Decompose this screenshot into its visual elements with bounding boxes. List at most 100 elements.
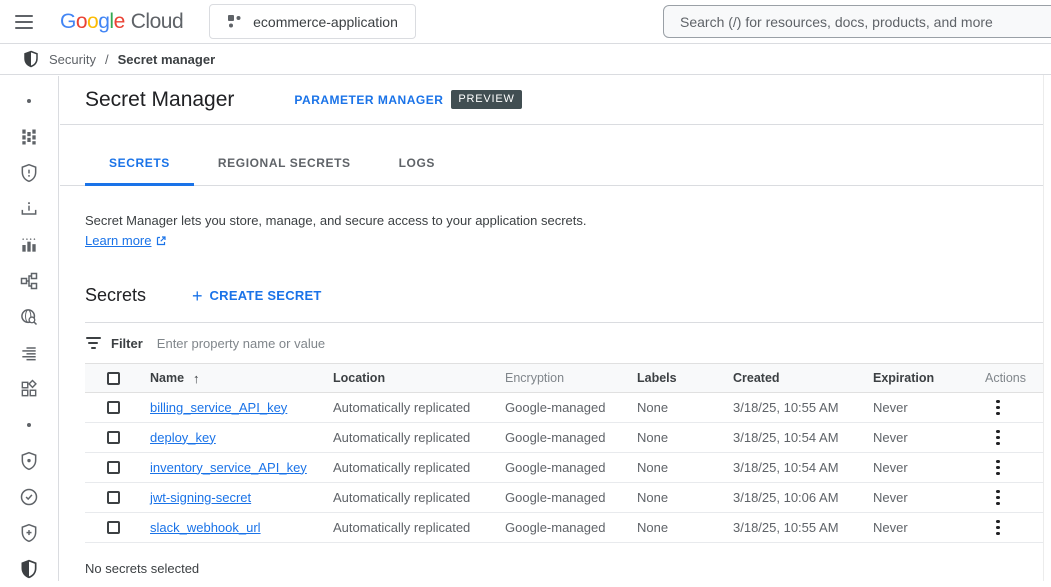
- rail-item-shield-check[interactable]: [0, 443, 58, 479]
- cell-labels: None: [637, 430, 733, 445]
- row-checkbox[interactable]: [107, 491, 120, 504]
- shield-alert-icon: [19, 163, 39, 183]
- overview-blocks-icon: [19, 127, 39, 147]
- cell-labels: None: [637, 400, 733, 415]
- column-header-expiration[interactable]: Expiration: [873, 371, 985, 385]
- cell-created: 3/18/25, 10:54 AM: [733, 430, 873, 445]
- rail-item-findings-list[interactable]: [0, 335, 58, 371]
- rail-item-dot-2[interactable]: [0, 407, 58, 443]
- apps-diamond-icon: [19, 379, 39, 399]
- project-selector-button[interactable]: ecommerce-application: [209, 4, 416, 39]
- dot-icon: [19, 91, 39, 111]
- page-header: Secret Manager PARAMETER MANAGER PREVIEW: [60, 75, 1051, 125]
- secret-link[interactable]: slack_webhook_url: [150, 520, 261, 535]
- menu-icon[interactable]: [2, 0, 46, 44]
- filter-bar: Filter: [85, 323, 1043, 363]
- cell-labels: None: [637, 520, 733, 535]
- table-row: slack_webhook_url Automatically replicat…: [85, 513, 1043, 543]
- row-actions-menu-icon[interactable]: [986, 486, 1010, 510]
- service-description: Secret Manager lets you store, manage, a…: [85, 211, 1026, 251]
- secret-link[interactable]: billing_service_API_key: [150, 400, 287, 415]
- rail-item-shield-plus[interactable]: [0, 515, 58, 551]
- column-header-location[interactable]: Location: [333, 371, 505, 385]
- secret-link[interactable]: inventory_service_API_key: [150, 460, 307, 475]
- row-actions-menu-icon[interactable]: [986, 396, 1010, 420]
- google-logo-text: Google: [60, 10, 125, 34]
- learn-more-link[interactable]: Learn more: [85, 231, 167, 251]
- rail-item-dot[interactable]: [0, 83, 58, 119]
- row-checkbox[interactable]: [107, 461, 120, 474]
- row-actions-menu-icon[interactable]: [986, 516, 1010, 540]
- tab-regional-secrets[interactable]: REGIONAL SECRETS: [194, 143, 375, 186]
- row-actions-menu-icon[interactable]: [986, 426, 1010, 450]
- rail-item-web-scanner[interactable]: [0, 299, 58, 335]
- cell-expiration: Never: [873, 490, 985, 505]
- preview-badge: PREVIEW: [451, 90, 521, 109]
- table-row: billing_service_API_key Automatically re…: [85, 393, 1043, 423]
- cell-expiration: Never: [873, 430, 985, 445]
- row-checkbox[interactable]: [107, 521, 120, 534]
- rail-item-bar-chart[interactable]: [0, 227, 58, 263]
- table-row: inventory_service_API_key Automatically …: [85, 453, 1043, 483]
- column-header-created[interactable]: Created: [733, 371, 873, 385]
- google-cloud-logo: Google Cloud: [60, 10, 183, 34]
- learn-more-label: Learn more: [85, 231, 151, 251]
- cell-expiration: Never: [873, 400, 985, 415]
- cell-expiration: Never: [873, 460, 985, 475]
- cloud-logo-text: Cloud: [131, 10, 183, 34]
- cell-labels: None: [637, 460, 733, 475]
- compliance-icon: [19, 487, 39, 507]
- create-secret-button[interactable]: + CREATE SECRET: [192, 287, 322, 305]
- global-search-bar[interactable]: [663, 5, 1051, 38]
- table-row: jwt-signing-secret Automatically replica…: [85, 483, 1043, 513]
- secret-link[interactable]: jwt-signing-secret: [150, 490, 251, 505]
- cell-encryption: Google-managed: [505, 520, 637, 535]
- rail-item-overview[interactable]: [0, 119, 58, 155]
- rail-item-topology[interactable]: [0, 263, 58, 299]
- table-row: deploy_key Automatically replicated Goog…: [85, 423, 1043, 453]
- secret-link[interactable]: deploy_key: [150, 430, 216, 445]
- secrets-table: Name ↑ Location Encryption Labels Create…: [85, 363, 1043, 543]
- cell-location: Automatically replicated: [333, 400, 505, 415]
- secrets-heading: Secrets: [85, 285, 146, 306]
- select-all-checkbox[interactable]: [107, 372, 120, 385]
- tab-logs[interactable]: LOGS: [375, 143, 459, 186]
- rail-item-app-hub[interactable]: [0, 371, 58, 407]
- dot-icon: [19, 415, 39, 435]
- table-header-row: Name ↑ Location Encryption Labels Create…: [85, 363, 1043, 393]
- cell-created: 3/18/25, 10:55 AM: [733, 520, 873, 535]
- secret-manager-shield-icon: [19, 559, 39, 579]
- rail-item-risk-report[interactable]: [0, 191, 58, 227]
- filter-input[interactable]: [157, 336, 1043, 351]
- column-header-name[interactable]: Name: [150, 371, 184, 385]
- cell-created: 3/18/25, 10:54 AM: [733, 460, 873, 475]
- breadcrumb-security[interactable]: Security: [49, 52, 96, 67]
- tab-secrets[interactable]: SECRETS: [85, 143, 194, 186]
- cell-labels: None: [637, 490, 733, 505]
- service-description-text: Secret Manager lets you store, manage, a…: [85, 211, 1026, 231]
- scrollbar-gutter[interactable]: [1043, 75, 1051, 581]
- cell-location: Automatically replicated: [333, 460, 505, 475]
- sort-ascending-icon[interactable]: ↑: [193, 371, 200, 386]
- breadcrumb: Security / Secret manager: [0, 44, 1051, 75]
- breadcrumb-current-page: Secret manager: [118, 52, 216, 67]
- cell-created: 3/18/25, 10:55 AM: [733, 400, 873, 415]
- row-checkbox[interactable]: [107, 401, 120, 414]
- global-search-input[interactable]: [680, 14, 1046, 30]
- parameter-manager-link[interactable]: PARAMETER MANAGER: [294, 93, 443, 107]
- column-header-encryption: Encryption: [505, 371, 637, 385]
- row-actions-menu-icon[interactable]: [986, 456, 1010, 480]
- bar-chart-icon: [19, 235, 39, 255]
- globe-search-icon: [19, 307, 39, 327]
- tab-bar: SECRETS REGIONAL SECRETS LOGS: [60, 143, 1051, 186]
- column-header-labels[interactable]: Labels: [637, 371, 733, 385]
- rail-item-shield-alert[interactable]: [0, 155, 58, 191]
- rail-item-compliance[interactable]: [0, 479, 58, 515]
- project-icon: [227, 14, 242, 29]
- rail-item-secret-manager[interactable]: [0, 551, 58, 587]
- cell-created: 3/18/25, 10:06 AM: [733, 490, 873, 505]
- security-nav-rail: [0, 76, 59, 581]
- cell-encryption: Google-managed: [505, 430, 637, 445]
- row-checkbox[interactable]: [107, 431, 120, 444]
- shield-dot-icon: [19, 451, 39, 471]
